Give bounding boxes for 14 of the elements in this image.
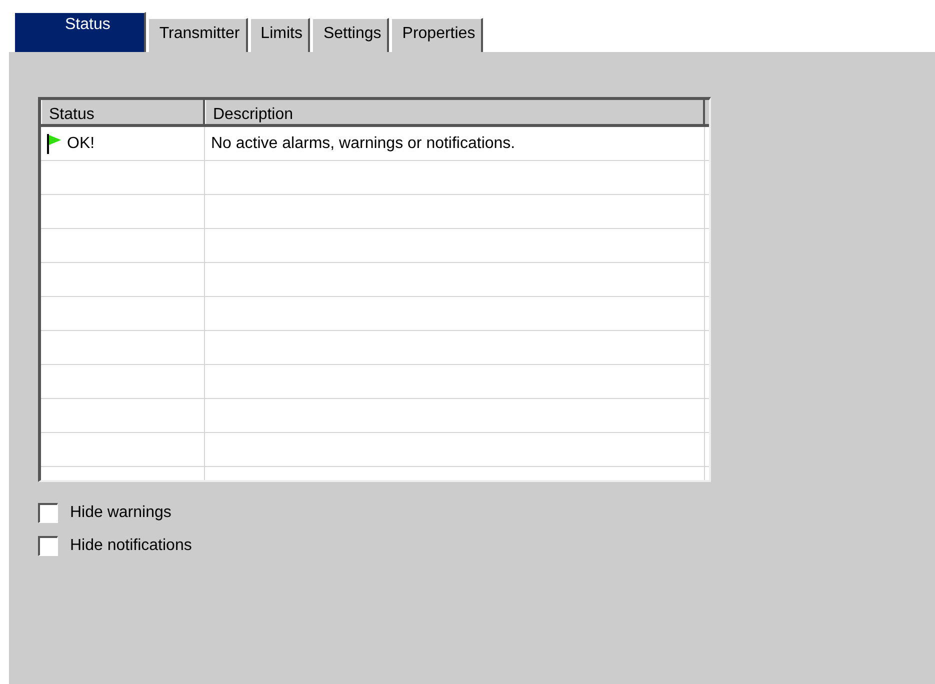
table-cell: No active alarms, warnings or notifications. <box>211 134 516 152</box>
checkbox-label: Hide notifications <box>70 537 192 555</box>
checkbox-label: Hide warnings <box>70 504 172 522</box>
tab[interactable]: Limits <box>250 18 310 52</box>
checkbox[interactable] <box>38 536 58 556</box>
flag-icon <box>47 134 61 154</box>
tab[interactable]: Properties <box>391 18 484 52</box>
checkbox[interactable] <box>38 503 58 523</box>
table-cell: OK! <box>67 134 95 152</box>
tab[interactable]: Status <box>14 12 146 52</box>
tab[interactable]: Transmitter <box>148 18 248 52</box>
column-header[interactable]: Status <box>41 100 205 124</box>
column-header[interactable]: Description <box>205 100 705 124</box>
tab[interactable]: Settings <box>312 18 390 52</box>
